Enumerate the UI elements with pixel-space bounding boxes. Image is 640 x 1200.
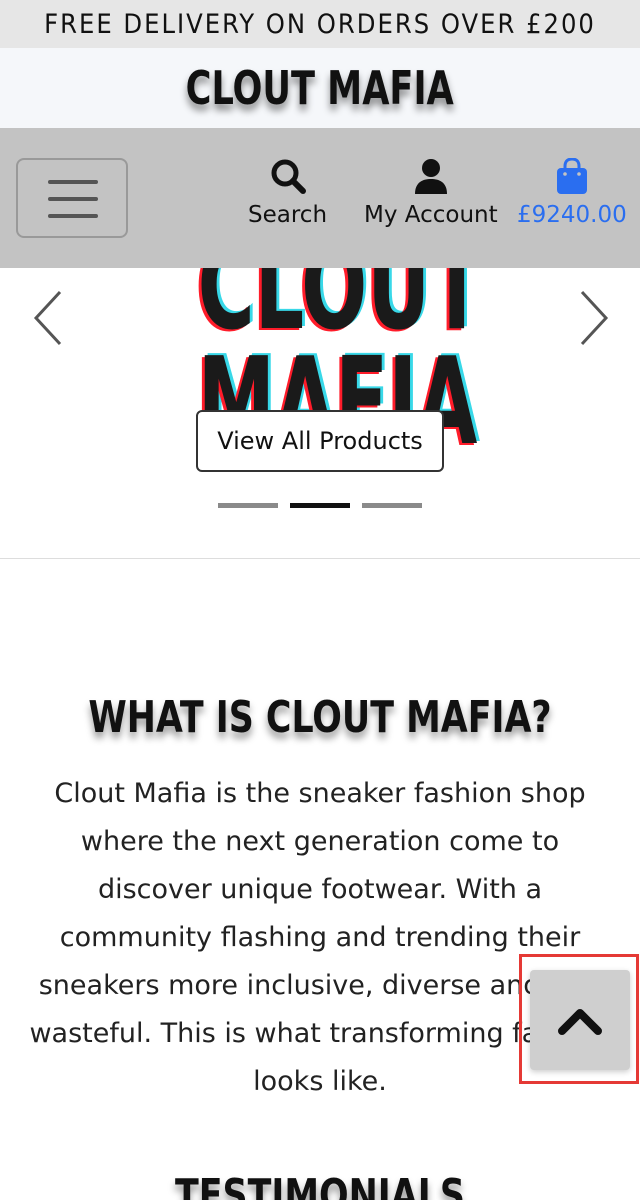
- cart-nav-link[interactable]: £9240.00: [517, 158, 627, 228]
- banner-text: FREE DELIVERY ON ORDERS OVER £200: [44, 8, 596, 40]
- carousel-prev-icon[interactable]: [28, 288, 68, 348]
- search-nav-link[interactable]: Search: [248, 158, 327, 228]
- carousel-next-icon[interactable]: [574, 288, 614, 348]
- testimonials-title: TESTIMONIALS: [174, 1170, 466, 1200]
- hamburger-icon-line: [48, 214, 98, 218]
- carousel-indicator-2[interactable]: [290, 503, 350, 508]
- shopping-bag-icon: [556, 158, 587, 194]
- account-nav-link[interactable]: My Account: [364, 158, 498, 228]
- menu-toggle-button[interactable]: [16, 158, 128, 238]
- hamburger-icon: [48, 180, 98, 184]
- brand-header: CLOUT MAFIA: [0, 48, 640, 128]
- search-icon: [271, 159, 306, 194]
- highlight-box: [519, 954, 639, 1084]
- about-title: WHAT IS CLOUT MAFIA?: [88, 692, 552, 743]
- view-all-products-button[interactable]: View All Products: [196, 410, 444, 472]
- carousel-indicator-3[interactable]: [362, 503, 422, 508]
- user-icon: [414, 159, 447, 194]
- main-navbar: Search My Account £9240.00: [0, 128, 640, 268]
- brand-logo-link[interactable]: CLOUT MAFIA: [186, 61, 454, 115]
- hero-carousel: CLOUT MAFIA View All Products: [0, 268, 640, 558]
- section-divider: [0, 558, 640, 559]
- account-label: My Account: [364, 202, 498, 228]
- carousel-indicator-1[interactable]: [218, 503, 278, 508]
- hamburger-icon-line: [48, 197, 98, 201]
- cart-total: £9240.00: [517, 202, 627, 228]
- search-label: Search: [248, 202, 328, 228]
- free-delivery-banner: FREE DELIVERY ON ORDERS OVER £200: [0, 0, 640, 48]
- carousel-indicators: [218, 503, 422, 508]
